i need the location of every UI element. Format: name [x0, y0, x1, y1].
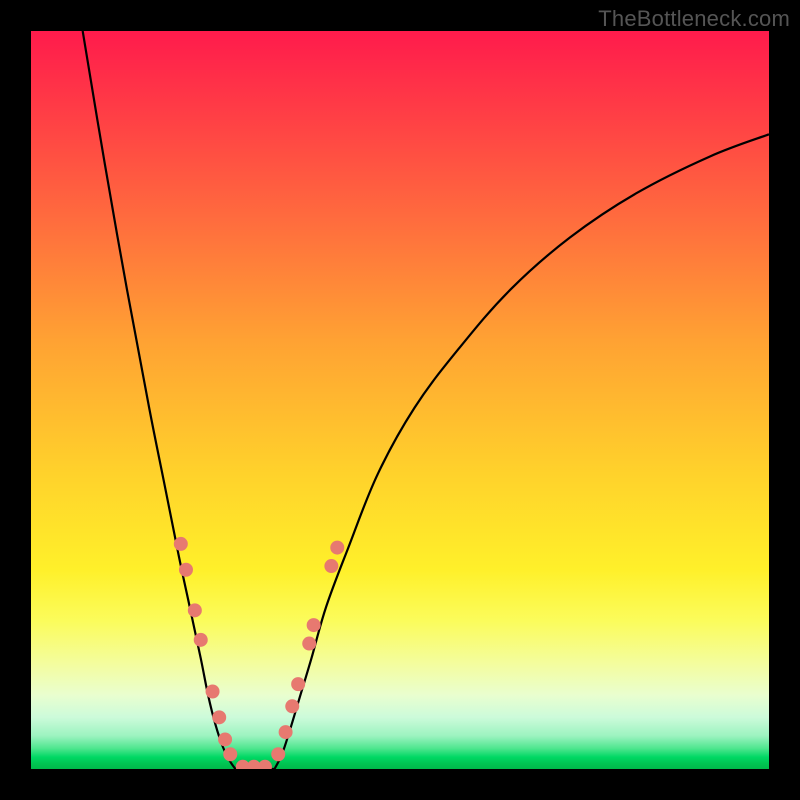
data-marker: [179, 563, 192, 576]
bottleneck-curve-left: [83, 31, 236, 769]
watermark-text: TheBottleneck.com: [598, 6, 790, 32]
data-marker: [279, 726, 292, 739]
chart-frame: TheBottleneck.com: [0, 0, 800, 800]
data-marker: [224, 748, 237, 761]
data-marker: [258, 760, 271, 769]
data-marker: [286, 700, 299, 713]
chart-svg: [31, 31, 769, 769]
data-marker: [194, 633, 207, 646]
data-marker: [213, 711, 226, 724]
data-marker: [325, 560, 338, 573]
plot-area: [31, 31, 769, 769]
bottleneck-curve-right: [275, 134, 769, 769]
data-marker: [331, 541, 344, 554]
data-marker: [303, 637, 316, 650]
data-marker: [272, 748, 285, 761]
data-marker: [188, 604, 201, 617]
curve-group: [83, 31, 769, 769]
data-marker: [219, 733, 232, 746]
data-marker: [307, 619, 320, 632]
data-marker: [206, 685, 219, 698]
data-marker: [174, 537, 187, 550]
data-marker: [292, 678, 305, 691]
